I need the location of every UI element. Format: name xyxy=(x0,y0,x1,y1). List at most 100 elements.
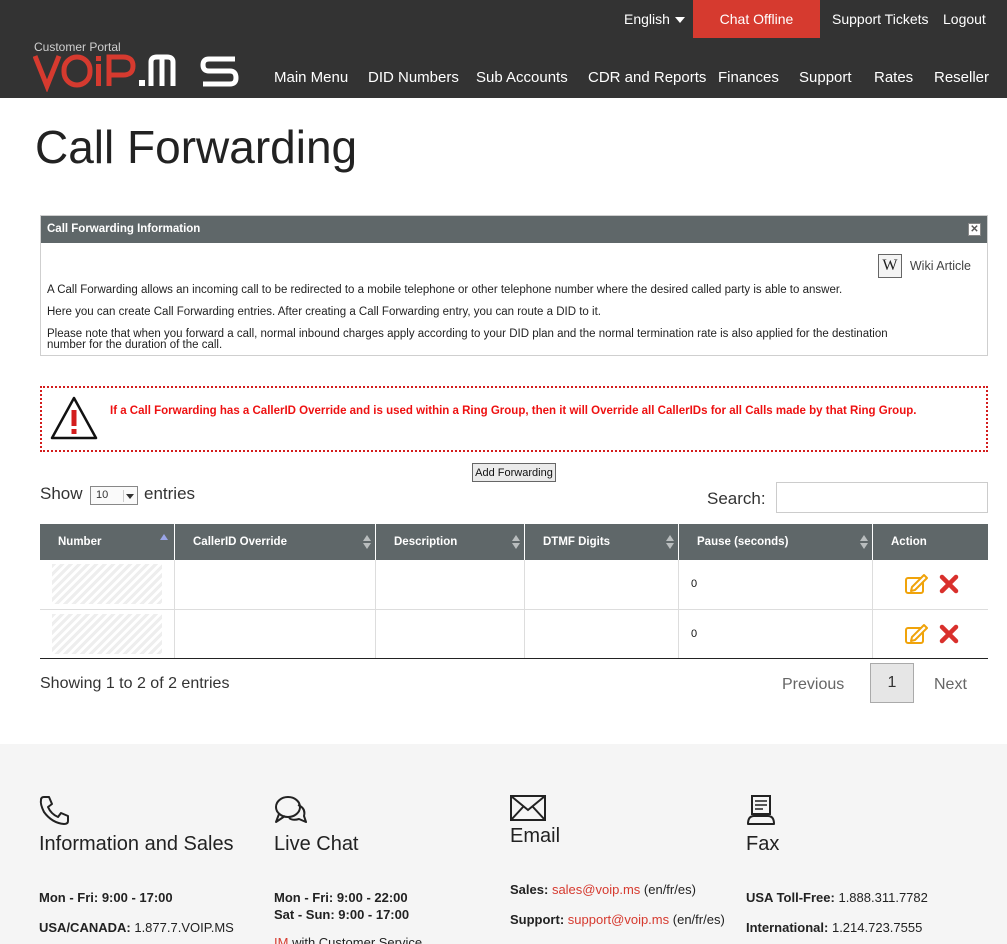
warning-box: If a Call Forwarding has a CallerID Over… xyxy=(40,386,988,452)
fax-intl-label: International: xyxy=(746,920,829,935)
close-icon[interactable]: ✕ xyxy=(968,223,981,236)
search-label: Search: xyxy=(707,489,766,508)
nav-reseller[interactable]: Reseller xyxy=(934,69,989,86)
chat-hours-weekday-label: Mon - Fri: 9:00 - 22:00 xyxy=(274,890,408,905)
chat-offline-button[interactable]: Chat Offline xyxy=(693,0,820,38)
chat-hours-weekend: Sat - Sun: 9:00 - 17:00 xyxy=(274,907,409,922)
nav-sub-accounts[interactable]: Sub Accounts xyxy=(476,69,568,86)
sort-icon xyxy=(666,535,674,549)
edit-icon[interactable] xyxy=(905,623,929,645)
cell-pause: 0 xyxy=(678,560,873,610)
delete-icon[interactable] xyxy=(939,574,959,594)
phone-icon xyxy=(39,796,69,825)
fax-usa: USA Toll-Free: 1.888.311.7782 xyxy=(746,890,928,905)
cell-description xyxy=(375,560,525,610)
col-action-label: Action xyxy=(891,536,927,548)
forwarding-table: Number CallerID Override Description DTM… xyxy=(40,524,988,659)
envelope-icon xyxy=(510,795,546,821)
im-link[interactable]: IM xyxy=(274,935,288,944)
col-callerid-label: CallerID Override xyxy=(193,536,287,548)
previous-page-button[interactable]: Previous xyxy=(782,676,844,694)
showing-entries: Showing 1 to 2 of 2 entries xyxy=(40,675,230,692)
info-phone: USA/CANADA: 1.877.7.VOIP.MS xyxy=(39,920,234,935)
search-input[interactable] xyxy=(776,482,988,513)
info-phone-value: 1.877.7.VOIP.MS xyxy=(134,920,234,935)
email-support-label: Support: xyxy=(510,912,565,927)
page-size-value: 10 xyxy=(96,489,109,501)
info-sales-title: Information and Sales xyxy=(39,833,234,855)
wiki-label: Wiki Article xyxy=(909,259,971,273)
nav-did-numbers[interactable]: DID Numbers xyxy=(368,69,459,86)
table-row: 0 xyxy=(40,609,988,659)
cell-number xyxy=(40,609,175,659)
sort-icon xyxy=(363,535,371,549)
email-sales: Sales: sales@voip.ms (en/fr/es) xyxy=(510,882,696,897)
info-line-3b: number for the duration of the call. xyxy=(47,339,223,351)
info-hours: Mon - Fri: 9:00 - 17:00 xyxy=(39,890,173,905)
cell-number xyxy=(40,560,175,610)
entries-label: entries xyxy=(144,484,196,503)
col-description-label: Description xyxy=(394,536,458,548)
chat-hours-weekday: Mon - Fri: 9:00 - 22:00 xyxy=(274,890,408,905)
warning-text: If a Call Forwarding has a CallerID Over… xyxy=(110,405,917,417)
voipms-logo[interactable] xyxy=(33,52,239,92)
delete-icon[interactable] xyxy=(939,624,959,644)
fax-usa-value: 1.888.311.7782 xyxy=(838,890,928,905)
col-pause-label: Pause (seconds) xyxy=(697,536,789,548)
nav-main-menu[interactable]: Main Menu xyxy=(274,69,348,86)
logout-link[interactable]: Logout xyxy=(943,11,986,27)
sort-asc-icon xyxy=(160,534,168,540)
language-label: English xyxy=(624,11,670,27)
col-pause[interactable]: Pause (seconds) xyxy=(678,524,873,560)
email-sales-label: Sales: xyxy=(510,882,549,897)
fax-intl: International: 1.214.723.7555 xyxy=(746,920,922,935)
info-line-2: Here you can create Call Forwarding entr… xyxy=(47,306,601,318)
add-forwarding-button[interactable]: Add Forwarding xyxy=(472,463,556,482)
chat-bubbles-icon xyxy=(275,796,307,823)
email-support: Support: support@voip.ms (en/fr/es) xyxy=(510,912,725,927)
info-panel-title: Call Forwarding Information xyxy=(47,223,201,235)
support-tickets-link[interactable]: Support Tickets xyxy=(832,11,929,27)
col-description[interactable]: Description xyxy=(375,524,525,560)
info-hours-label: Mon - Fri: 9:00 - 17:00 xyxy=(39,890,173,905)
top-header: English Chat Offline Support Tickets Log… xyxy=(0,0,1007,98)
language-selector[interactable]: English xyxy=(624,11,685,27)
cell-callerid xyxy=(174,609,376,659)
fax-icon xyxy=(747,795,775,825)
col-callerid[interactable]: CallerID Override xyxy=(174,524,376,560)
sort-icon xyxy=(860,535,868,549)
nav-rates[interactable]: Rates xyxy=(874,69,913,86)
wiki-article-link[interactable]: W Wiki Article xyxy=(877,254,971,278)
redacted-number xyxy=(52,564,162,605)
next-page-button[interactable]: Next xyxy=(934,676,967,694)
chat-im-line: IM with Customer Service xyxy=(274,935,422,944)
caret-down-icon xyxy=(674,17,685,24)
im-rest-text: with Customer Service xyxy=(288,935,423,944)
warning-icon xyxy=(50,396,98,440)
support-email-link[interactable]: support@voip.ms xyxy=(568,912,669,927)
info-panel-header: Call Forwarding Information ✕ xyxy=(41,216,987,243)
cell-pause: 0 xyxy=(678,609,873,659)
show-label: Show xyxy=(40,484,83,503)
dropdown-arrow-icon xyxy=(123,490,135,502)
info-phone-label: USA/CANADA: xyxy=(39,920,131,935)
info-panel: Call Forwarding Information ✕ W Wiki Art… xyxy=(40,215,988,356)
nav-finances[interactable]: Finances xyxy=(718,69,779,86)
edit-icon[interactable] xyxy=(905,573,929,595)
col-dtmf-label: DTMF Digits xyxy=(543,536,611,548)
live-chat-title: Live Chat xyxy=(274,833,359,855)
sales-email-link[interactable]: sales@voip.ms xyxy=(552,882,640,897)
col-number-label: Number xyxy=(58,536,102,548)
info-line-1: A Call Forwarding allows an incoming cal… xyxy=(47,284,843,296)
email-title: Email xyxy=(510,825,561,847)
col-number[interactable]: Number xyxy=(40,524,175,560)
chat-hours-weekend-label: Sat - Sun: 9:00 - 17:00 xyxy=(274,907,410,922)
nav-support[interactable]: Support xyxy=(799,69,852,86)
col-dtmf[interactable]: DTMF Digits xyxy=(524,524,679,560)
page-title: Call Forwarding xyxy=(35,121,358,173)
nav-cdr-reports[interactable]: CDR and Reports xyxy=(588,69,706,86)
page-1-button[interactable]: 1 xyxy=(870,663,914,703)
cell-action xyxy=(872,560,988,610)
page-size-select[interactable]: 10 xyxy=(90,486,138,505)
sort-icon xyxy=(512,535,520,549)
